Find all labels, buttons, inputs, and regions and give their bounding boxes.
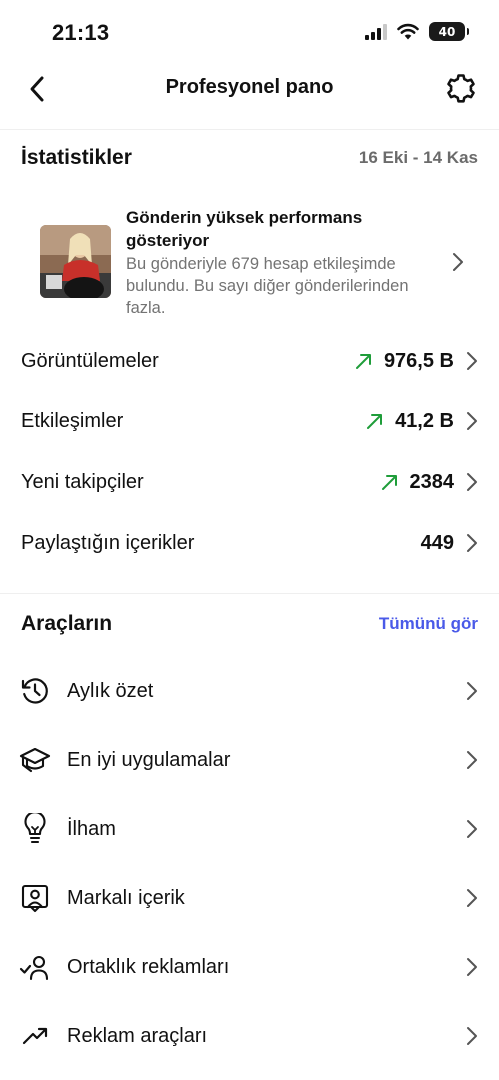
post-text: Gönderin yüksek performans gösteriyor Bu… — [126, 206, 426, 319]
chevron-right-icon — [466, 819, 478, 839]
top-post-card[interactable]: Gönderin yüksek performans gösteriyor Bu… — [40, 206, 480, 318]
status-icons: 40 — [365, 22, 469, 41]
chevron-right-icon — [466, 351, 478, 371]
stat-value: 976,5 B — [383, 349, 454, 372]
chevron-right-icon — [466, 411, 478, 431]
status-time: 21:13 — [52, 20, 110, 45]
branded-content-icon — [19, 882, 51, 914]
post-highlight-title: Gönderin yüksek performans gösteriyor — [126, 208, 363, 250]
chevron-right-icon — [466, 472, 478, 492]
stat-label: Yeni takipçiler — [21, 470, 144, 493]
wifi-icon — [397, 23, 419, 40]
tool-partnership-ads[interactable]: Ortaklık reklamları — [19, 945, 478, 989]
tools-header: Araçların Tümünü gör — [21, 612, 478, 636]
status-bar: 21:13 40 — [0, 0, 499, 64]
stat-row-interactions[interactable]: Etkileşimler 41,2 B — [21, 401, 478, 441]
stat-row-new-followers[interactable]: Yeni takipçiler 2384 — [21, 462, 478, 502]
tool-branded-content[interactable]: Markalı içerik — [19, 876, 478, 920]
tool-label: Reklam araçları — [67, 1024, 208, 1047]
stat-value: 41,2 B — [395, 409, 454, 432]
post-highlight-description: Bu gönderiyle 679 hesap etkileşimde bulu… — [126, 255, 409, 317]
battery-icon: 40 — [429, 22, 469, 41]
stat-label: Paylaştığın içerikler — [21, 531, 195, 554]
navigation-bar: Profesyonel pano — [0, 64, 499, 130]
section-divider — [0, 593, 499, 594]
ad-tools-icon — [19, 1020, 51, 1052]
statistics-header: İstatistikler 16 Eki - 14 Kas — [21, 146, 478, 170]
post-thumbnail — [40, 225, 111, 298]
tool-label: Aylık özet — [67, 679, 154, 702]
page-title: Profesyonel pano — [165, 76, 334, 98]
tool-label: Ortaklık reklamları — [67, 955, 230, 978]
tool-best-practices[interactable]: En iyi uygulamalar — [19, 738, 478, 782]
trend-up-icon — [381, 474, 398, 491]
history-icon — [19, 675, 51, 707]
tool-inspiration[interactable]: İlham — [19, 807, 478, 851]
stat-value: 2384 — [409, 470, 455, 493]
chevron-right-icon — [466, 888, 478, 908]
stat-label: Görüntülemeler — [21, 349, 159, 372]
date-range[interactable]: 16 Eki - 14 Kas — [359, 148, 478, 168]
stat-row-views[interactable]: Görüntülemeler 976,5 B — [21, 341, 478, 381]
gear-icon — [447, 74, 475, 103]
tool-label: Markalı içerik — [67, 886, 185, 909]
tool-ad-tools[interactable]: Reklam araçları — [19, 1014, 478, 1058]
trend-up-icon — [366, 413, 383, 430]
trend-up-icon — [355, 353, 372, 370]
chevron-right-icon — [466, 957, 478, 977]
partnership-ads-icon — [19, 951, 51, 983]
tool-label: En iyi uygulamalar — [67, 748, 231, 771]
chevron-right-icon — [466, 681, 478, 701]
tool-label: İlham — [67, 817, 116, 840]
tools-title: Araçların — [21, 612, 113, 635]
chevron-right-icon — [466, 750, 478, 770]
chevron-right-icon — [466, 533, 478, 553]
see-all-link[interactable]: Tümünü gör — [379, 614, 478, 634]
lightbulb-icon — [19, 813, 51, 845]
graduation-cap-icon — [19, 744, 51, 776]
chevron-right-icon — [452, 252, 464, 277]
settings-button[interactable] — [443, 71, 479, 107]
statistics-title: İstatistikler — [21, 146, 132, 169]
stat-label: Etkileşimler — [21, 409, 124, 432]
cellular-signal-icon — [365, 23, 387, 40]
battery-level: 40 — [438, 24, 456, 39]
tool-monthly-recap[interactable]: Aylık özet — [19, 669, 478, 713]
stat-value: 449 — [420, 531, 454, 554]
chevron-right-icon — [466, 1026, 478, 1046]
stat-row-shared-content[interactable]: Paylaştığın içerikler 449 — [21, 523, 478, 563]
